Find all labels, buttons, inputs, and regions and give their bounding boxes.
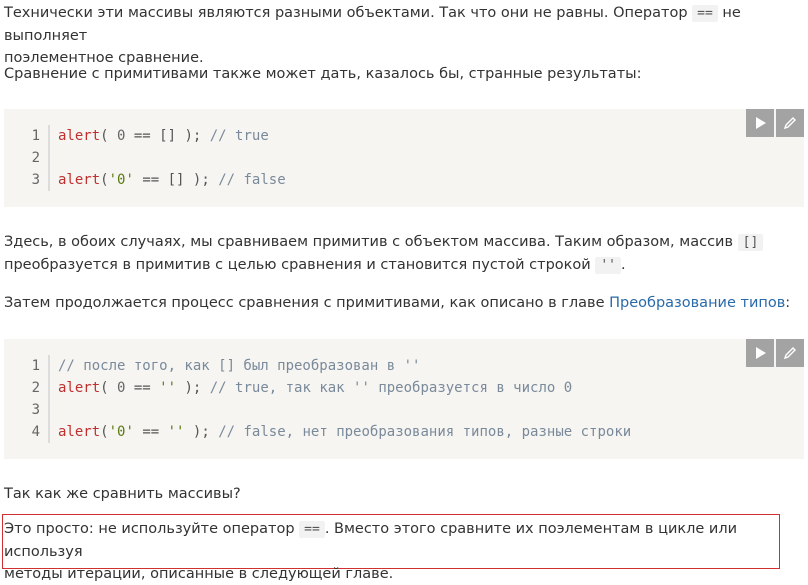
text: Затем продолжается процесс сравнения с п…: [4, 295, 605, 311]
token: '': [159, 380, 177, 396]
code-line: 2: [4, 147, 804, 169]
code-block-2: 1 // после того, как [] был преобразован …: [4, 339, 804, 459]
paragraph-array-conversion: Здесь, в обоих случаях, мы сравниваем пр…: [4, 231, 764, 277]
token: alert: [58, 380, 101, 396]
text: Это просто: не используйте оператор: [4, 521, 295, 537]
token: alert: [58, 128, 101, 144]
text: Технически эти массивы являются разными …: [4, 5, 688, 21]
token: );: [176, 380, 210, 396]
token: // true: [209, 128, 269, 144]
text: Сравнение с примитивами также может дать…: [4, 66, 642, 82]
paragraph-primitives: Сравнение с примитивами также может дать…: [4, 63, 641, 85]
inline-code: []: [737, 234, 764, 251]
code-lines: 1 alert( 0 == [] ); // true 2 3 alert('0' …: [4, 125, 804, 191]
inline-code: ==: [299, 521, 325, 538]
token: // true, так как '' преобразуется в числ…: [209, 380, 573, 396]
token: (: [100, 424, 109, 440]
line-number: 2: [4, 147, 50, 169]
code-line: 1 // после того, как [] был преобразован …: [4, 355, 804, 377]
token: (: [100, 380, 118, 396]
inline-code: '': [595, 257, 621, 274]
code-lines: 1 // после того, как [] был преобразован …: [4, 355, 804, 443]
line-number: 3: [4, 399, 50, 421]
line-number: 4: [4, 421, 50, 443]
token: // false: [218, 172, 286, 188]
code-block-1: 1 alert( 0 == [] ); // true 2 3 alert('0' …: [4, 109, 804, 207]
text: :: [785, 295, 791, 311]
line-number: 1: [4, 125, 50, 147]
paragraph-how-compare: Так как же сравнить массивы?: [4, 483, 241, 505]
line-number: 2: [4, 377, 50, 399]
token: '0': [108, 424, 134, 440]
type-conversion-link[interactable]: Преобразование типов: [609, 295, 785, 311]
paragraph-arrays-different: Технически эти массивы являются разными …: [4, 2, 808, 69]
token: '': [167, 424, 185, 440]
text: преобразуется в примитив с целью сравнен…: [4, 257, 591, 273]
code-line: 1 alert( 0 == [] ); // true: [4, 125, 804, 147]
paragraph-answer: Это просто: не используйте оператор ==. …: [4, 518, 808, 585]
code-line: 3: [4, 399, 804, 421]
code-line: 2 alert( 0 == '' ); // true, так как '' п…: [4, 377, 804, 399]
code-line: 4 alert('0' == '' ); // false, нет преобр…: [4, 421, 804, 443]
line-number: 1: [4, 355, 50, 377]
inline-code: ==: [692, 5, 718, 22]
line-number: 3: [4, 169, 50, 191]
token: ==: [125, 380, 160, 396]
paragraph-comparison-process: Затем продолжается процесс сравнения с п…: [4, 292, 790, 314]
token: );: [184, 424, 219, 440]
token: alert: [58, 424, 101, 440]
token: (: [100, 172, 109, 188]
text: .: [620, 257, 626, 273]
token: == [] );: [125, 128, 210, 144]
text: Здесь, в обоих случаях, мы сравниваем пр…: [4, 234, 734, 250]
token: == [] );: [133, 172, 219, 188]
token: // false, нет преобразования типов, разн…: [218, 424, 632, 440]
article-page: Технически эти массивы являются разными …: [0, 0, 808, 582]
token: '0': [108, 172, 134, 188]
token: // после того, как [] был преобразован в…: [58, 358, 421, 374]
token: ==: [133, 424, 168, 440]
code-line: 3 alert('0' == [] ); // false: [4, 169, 804, 191]
token: (: [100, 128, 118, 144]
text: Так как же сравнить массивы?: [4, 486, 241, 502]
token: alert: [58, 172, 101, 188]
text: методы итерации, описанные в следующей г…: [4, 566, 394, 582]
